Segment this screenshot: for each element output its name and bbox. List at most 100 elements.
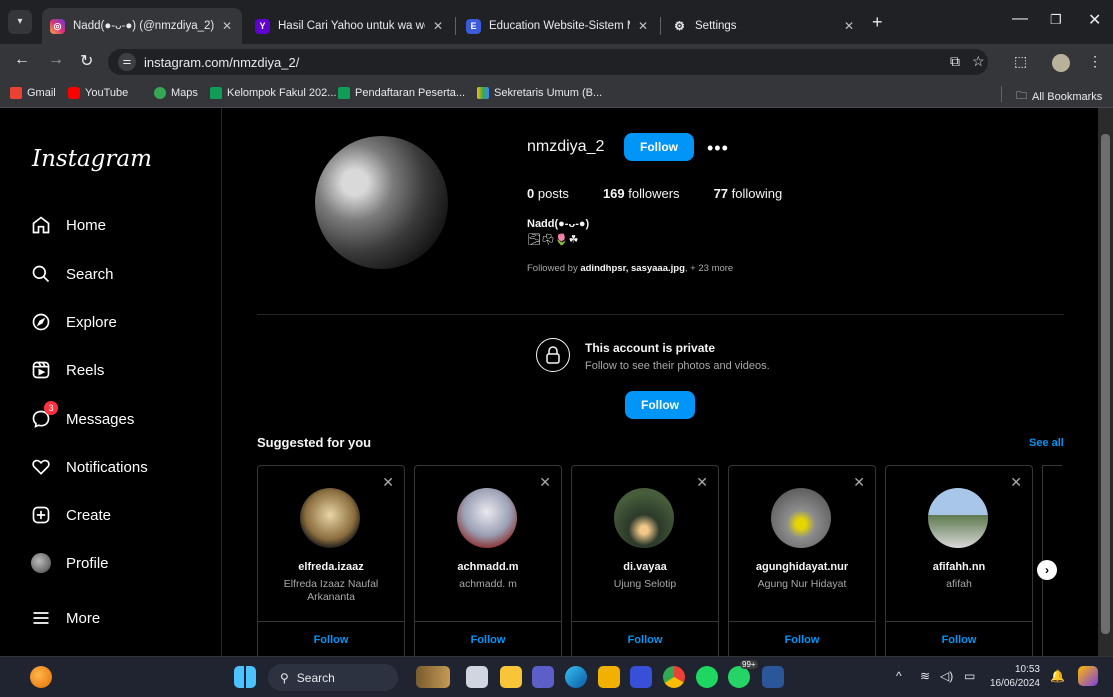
close-icon[interactable]: ✕ [222, 19, 232, 33]
volume-icon[interactable]: ◁) [940, 669, 953, 683]
scroll-thumb[interactable] [1101, 134, 1110, 634]
suggested-username[interactable]: afifahh.nn [886, 561, 1032, 573]
app-icon[interactable] [630, 666, 652, 688]
whatsapp-icon[interactable]: 99+ [728, 660, 758, 688]
tab-instagram[interactable]: ◎ Nadd(●-ᴗ-●) (@nmzdiya_2) • I ✕ [42, 8, 242, 44]
avatar[interactable] [928, 488, 988, 548]
close-icon[interactable]: ✕ [853, 474, 865, 491]
widgets-icon[interactable] [30, 666, 52, 688]
copilot-icon[interactable] [1078, 666, 1098, 686]
following-count[interactable]: 77 following [714, 186, 783, 201]
nav-create[interactable]: Create [30, 500, 111, 530]
suggested-follow-button[interactable]: Follow [886, 621, 1032, 657]
followed-by-text[interactable]: Followed by adindhpsr, sasyaaa.jpg, + 23… [527, 263, 733, 274]
restore-button[interactable]: ❐ [1050, 12, 1062, 28]
wifi-icon[interactable]: ≋ [920, 669, 930, 683]
nav-search[interactable]: Search [30, 259, 114, 289]
spotify-icon[interactable] [696, 666, 718, 688]
private-follow-button[interactable]: Follow [625, 391, 695, 419]
chrome-icon[interactable] [663, 666, 685, 688]
avatar[interactable] [300, 488, 360, 548]
followers-count[interactable]: 169 followers [603, 186, 680, 201]
menu-kebab-icon[interactable]: ⋮ [1088, 53, 1102, 70]
bookmark-gmail[interactable]: Gmail [10, 87, 56, 99]
tray-chevron-icon[interactable]: ^ [896, 669, 902, 683]
address-bar[interactable]: ⚌ instagram.com/nmzdiya_2/ [108, 49, 988, 75]
bookmark-sekretaris[interactable]: Sekretaris Umum (B... [477, 87, 602, 99]
more-options-icon[interactable]: ••• [707, 138, 729, 159]
avatar[interactable] [614, 488, 674, 548]
nav-home[interactable]: Home [30, 210, 106, 240]
forward-button[interactable]: → [48, 51, 64, 69]
bookmark-kelompok[interactable]: Kelompok Fakul 202... [210, 87, 336, 99]
tab-education[interactable]: E Education Website-Sistem Mult ✕ [458, 8, 658, 44]
suggested-name: Ujung Selotip [613, 578, 677, 590]
posts-count: 0 posts [527, 186, 569, 201]
tab-search-button[interactable]: ▾ [8, 10, 32, 34]
bookmark-pendaftaran[interactable]: Pendaftaran Peserta... [338, 87, 465, 99]
reload-button[interactable]: ↻ [80, 51, 93, 71]
url-text: instagram.com/nmzdiya_2/ [144, 54, 300, 70]
nav-messages[interactable]: 3 Messages [30, 401, 134, 434]
battery-icon[interactable]: ▭ [964, 669, 975, 683]
task-view-icon[interactable] [466, 666, 488, 688]
minimize-button[interactable]: — [1012, 10, 1028, 28]
nav-more[interactable]: More [30, 603, 100, 633]
close-icon[interactable]: ✕ [1010, 474, 1022, 491]
back-button[interactable]: ← [14, 51, 30, 69]
nav-profile[interactable]: Profile [30, 548, 109, 578]
tab-settings[interactable]: ⚙ Settings ✕ [664, 8, 864, 44]
private-subtitle: Follow to see their photos and videos. [585, 360, 770, 372]
suggested-follow-button[interactable]: Follow [258, 621, 404, 657]
page-scrollbar[interactable] [1098, 108, 1113, 656]
nav-explore[interactable]: Explore [30, 307, 117, 337]
close-icon[interactable]: ✕ [696, 474, 708, 491]
all-bookmarks[interactable]: 🗀 All Bookmarks [1016, 87, 1102, 106]
clock[interactable]: 10:53 16/06/2024 [988, 663, 1040, 691]
suggested-username[interactable]: di.vayaa [572, 561, 718, 573]
suggested-username[interactable]: achmadd.m [415, 561, 561, 573]
tab-yahoo[interactable]: Y Hasil Cari Yahoo untuk wa web ✕ [247, 8, 453, 44]
close-icon[interactable]: ✕ [638, 19, 648, 33]
site-info-icon[interactable]: ⚌ [118, 53, 136, 71]
close-icon[interactable]: ✕ [382, 474, 394, 491]
instagram-logo[interactable]: Instagram [32, 146, 152, 172]
teams-icon[interactable] [532, 666, 554, 688]
suggested-username[interactable]: agunghidayat.nur [729, 561, 875, 573]
suggested-username[interactable]: elfreda.izaaz [258, 561, 404, 573]
close-icon[interactable]: ✕ [844, 19, 854, 33]
close-icon[interactable]: ✕ [539, 474, 551, 491]
profile-avatar-large[interactable] [315, 136, 448, 269]
install-app-icon[interactable]: ⧉ [950, 53, 960, 70]
bookmark-youtube[interactable]: YouTube [68, 87, 128, 99]
suggested-follow-button[interactable]: Follow [415, 621, 561, 657]
nav-label: Home [66, 216, 107, 234]
follow-button[interactable]: Follow [624, 133, 694, 161]
word-icon[interactable] [762, 666, 784, 688]
bell-icon[interactable]: 🔔 [1050, 669, 1065, 683]
browser-window: ▾ ◎ Nadd(●-ᴗ-●) (@nmzdiya_2) • I ✕ Y Has… [0, 0, 1113, 697]
bookmark-maps[interactable]: Maps [154, 87, 198, 99]
taskbar-search[interactable]: ⚲ Search [268, 664, 398, 691]
close-window-button[interactable]: ✕ [1088, 10, 1101, 30]
avatar[interactable] [457, 488, 517, 548]
new-tab-button[interactable]: + [872, 12, 883, 33]
edge-icon[interactable] [565, 666, 587, 688]
news-widget-icon[interactable] [416, 666, 450, 688]
profile-avatar[interactable] [1052, 54, 1070, 72]
file-explorer-icon[interactable] [500, 666, 522, 688]
bookmark-label: All Bookmarks [1032, 90, 1103, 103]
bookmark-star-icon[interactable]: ☆ [972, 53, 985, 70]
see-all-link[interactable]: See all [1029, 437, 1064, 449]
chevron-right-icon[interactable]: › [1037, 560, 1057, 580]
store-icon[interactable] [598, 666, 620, 688]
suggested-follow-button[interactable]: Follow [572, 621, 718, 657]
close-icon[interactable]: ✕ [433, 19, 443, 33]
suggested-follow-button[interactable]: Follow [729, 621, 875, 657]
nav-notifications[interactable]: Notifications [30, 452, 148, 482]
extensions-icon[interactable]: ⬚ [1014, 53, 1027, 70]
avatar[interactable] [771, 488, 831, 548]
nav-label: Reels [66, 361, 105, 379]
windows-start-icon[interactable] [234, 666, 256, 688]
nav-reels[interactable]: Reels [30, 355, 104, 385]
